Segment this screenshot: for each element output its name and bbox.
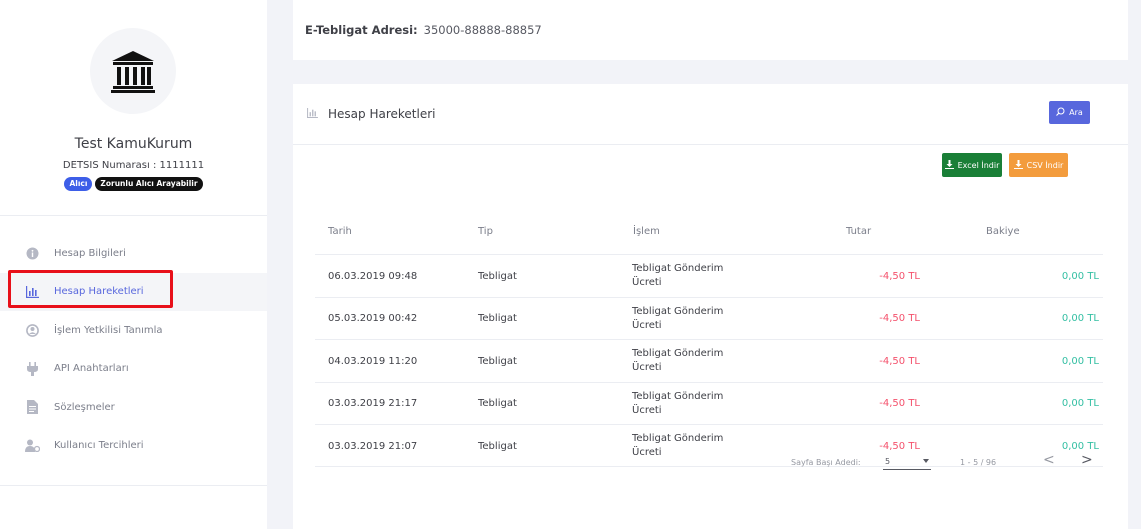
sidebar-item-sozlesmeler[interactable]: Sözleşmeler [0,388,267,427]
cell-tip: Tebligat [478,313,517,325]
cell-tarih: 03.03.2019 21:17 [328,398,418,410]
cell-bakiye: 0,00 TL [1061,313,1099,325]
sidebar-menu: Hesap Bilgileri Hesap Hareketleri İşlem … [0,234,267,465]
user-circle-icon [24,322,40,338]
cell-islem: Tebligat Gönderim Ücreti [632,340,723,383]
badge-zorunlu-alici: Zorunlu Alıcı Arayabilir [95,177,203,191]
cell-tutar: -4,50 TL [879,313,920,325]
cell-islem-line1: Tebligat Gönderim [632,263,724,275]
sidebar-item-kullanici-tercihleri[interactable]: Kullanıcı Tercihleri [0,427,267,466]
next-page-button[interactable]: > [1081,452,1093,468]
cell-tutar: -4,50 TL [879,270,920,282]
chevron-down-icon [923,459,929,463]
cell-tip: Tebligat [478,270,517,282]
cell-tip: Tebligat [478,440,517,452]
cell-islem-line1: Tebligat Gönderim [632,433,724,445]
address-value: 35000-88888-88857 [423,23,542,37]
role-badges: Alıcı Zorunlu Alıcı Arayabilir [0,177,267,191]
cell-bakiye: 0,00 TL [1061,398,1099,410]
cell-bakiye: 0,00 TL [1061,355,1099,367]
user-settings-icon [24,438,40,454]
bar-chart-icon [307,107,318,121]
sidebar-item-label: Hesap Bilgileri [54,247,126,259]
sidebar-item-label: Kullanıcı Tercihleri [54,440,144,452]
cell-islem: Tebligat Gönderim Ücreti [632,255,723,298]
table-row: 06.03.2019 09:48 Tebligat Tebligat Gönde… [315,254,1103,297]
table-row: 03.03.2019 21:17 Tebligat Tebligat Gönde… [315,381,1103,426]
cell-tip: Tebligat [478,398,517,410]
cell-tutar: -4,50 TL [879,355,920,367]
detsis-number: DETSIS Numarası : 1111111 [62,160,205,171]
institution-logo [90,28,176,114]
column-header-tutar[interactable]: Tutar [846,226,871,237]
cell-tarih: 06.03.2019 09:48 [328,270,418,282]
cell-bakiye: 0,00 TL [1061,270,1099,282]
cell-tarih: 04.03.2019 11:20 [328,355,418,367]
cell-tutar: -4,50 TL [879,398,920,410]
bar-chart-icon [24,284,40,300]
plug-icon [24,361,40,377]
sidebar-item-label: API Anahtarları [54,363,129,375]
page-size-select[interactable]: 5 [883,456,931,470]
institution-building-icon [111,51,155,93]
sidebar-item-label: Sözleşmeler [54,401,115,413]
organization-name: Test KamuKurum [74,136,193,152]
cell-islem-line1: Tebligat Gönderim [632,348,724,360]
cell-islem: Tebligat Gönderim Ücreti [632,383,723,426]
search-button-label: Ara [1069,108,1083,117]
cell-islem-line2: Ücreti [632,404,662,416]
sidebar-divider [0,215,267,216]
sidebar-item-hesap-hareketleri[interactable]: Hesap Hareketleri [0,272,267,311]
sidebar-item-label: İşlem Yetkilisi Tanımla [54,324,163,336]
sidebar-divider-bottom [0,485,267,486]
cell-tarih: 05.03.2019 00:42 [328,313,418,325]
cell-islem-line2: Ücreti [632,362,662,374]
column-header-islem[interactable]: İşlem [633,226,660,237]
table-row: 05.03.2019 00:42 Tebligat Tebligat Gönde… [315,296,1103,341]
cell-islem-line1: Tebligat Gönderim [632,305,724,317]
document-icon [24,399,40,415]
cell-islem-line2: Ücreti [632,447,662,459]
sidebar-item-hesap-bilgileri[interactable]: Hesap Bilgileri [0,234,267,273]
table-row: 04.03.2019 11:20 Tebligat Tebligat Gönde… [315,339,1103,382]
address-card: E-Tebligat Adresi: 35000-88888-88857 [293,0,1128,60]
cell-islem-line2: Ücreti [632,277,662,289]
sidebar-item-api-anahtarlari[interactable]: API Anahtarları [0,350,267,389]
panel-title: Hesap Hareketleri [328,107,436,121]
cell-islem: Tebligat Gönderim Ücreti [632,425,723,468]
cell-islem-line1: Tebligat Gönderim [632,390,724,402]
badge-alici: Alıcı [64,177,93,191]
address-label: E-Tebligat Adresi: [305,23,418,37]
page-size-label: Sayfa Başı Adedi: [791,458,861,467]
prev-page-button[interactable]: < [1043,452,1055,468]
column-header-tip[interactable]: Tip [478,226,493,237]
download-icon [1013,159,1023,171]
page-range: 1 - 5 / 96 [960,458,997,467]
cell-islem: Tebligat Gönderim Ücreti [632,298,723,341]
column-header-bakiye[interactable]: Bakiye [986,226,1020,237]
cell-islem-line2: Ücreti [632,319,662,331]
page-size-value: 5 [885,457,891,466]
panel-header-divider [293,144,1128,145]
excel-download-button[interactable]: Excel İndir [942,153,1002,177]
search-icon [1056,107,1065,118]
csv-download-button[interactable]: CSV İndir [1009,153,1068,177]
sidebar-item-islem-yetkilisi[interactable]: İşlem Yetkilisi Tanımla [0,311,267,350]
account-transactions-panel: Hesap Hareketleri Ara Excel İndir CSV İn… [293,84,1128,529]
cell-tip: Tebligat [478,355,517,367]
sidebar: Test KamuKurum DETSIS Numarası : 1111111… [0,0,267,529]
excel-download-label: Excel İndir [957,160,1000,170]
search-button[interactable]: Ara [1049,101,1090,124]
panel-header: Hesap Hareketleri [307,107,435,121]
info-circle-icon [24,245,40,261]
download-icon [944,159,954,171]
sidebar-item-label: Hesap Hareketleri [54,286,144,298]
column-header-tarih[interactable]: Tarih [328,226,352,237]
e-tebligat-address: E-Tebligat Adresi: 35000-88888-88857 [305,23,542,37]
csv-download-label: CSV İndir [1026,160,1064,170]
cell-tarih: 03.03.2019 21:07 [328,440,418,452]
